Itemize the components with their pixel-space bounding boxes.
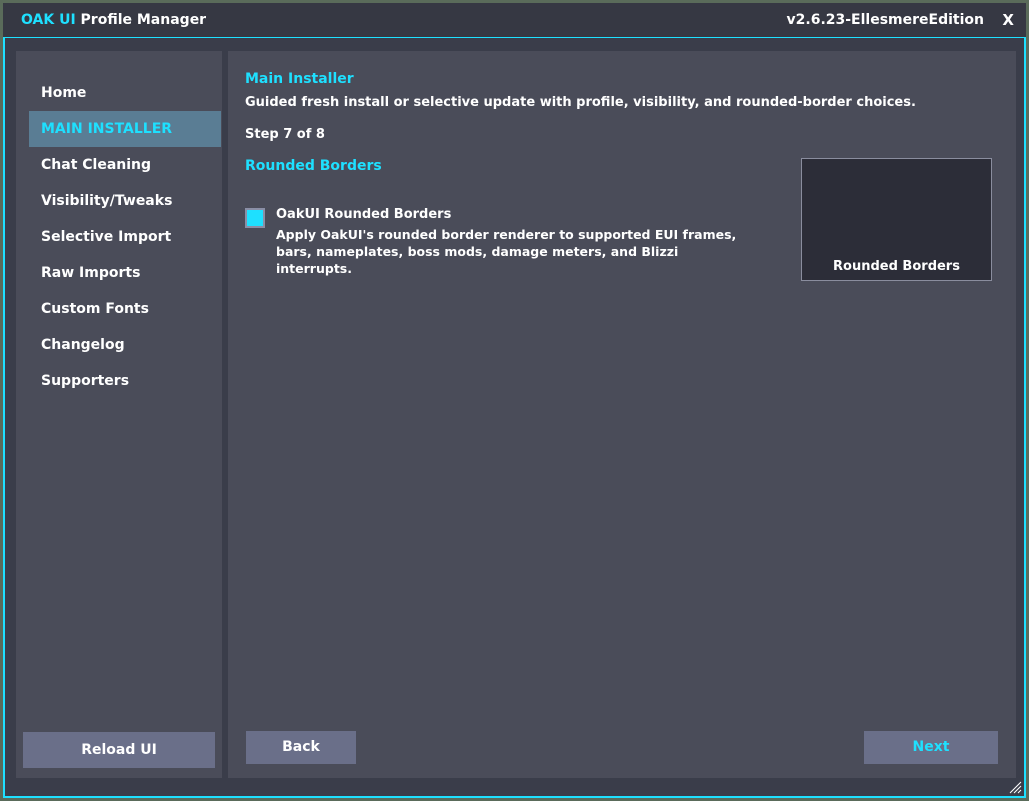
app-title: OAK UI Profile Manager <box>21 12 206 28</box>
sidebar-item-visibility-tweaks[interactable]: Visibility/Tweaks <box>29 183 221 219</box>
app-title-text: Profile Manager <box>75 12 207 28</box>
sidebar: Home MAIN INSTALLER Chat Cleaning Visibi… <box>16 51 222 778</box>
sidebar-item-home[interactable]: Home <box>29 75 221 111</box>
sidebar-item-chat-cleaning[interactable]: Chat Cleaning <box>29 147 221 183</box>
profile-manager-window: OAK UI Profile Manager v2.6.23-Ellesmere… <box>3 3 1026 798</box>
version-label: v2.6.23-EllesmereEdition <box>786 12 984 28</box>
section-title: Main Installer <box>245 71 354 87</box>
sidebar-item-changelog[interactable]: Changelog <box>29 327 221 363</box>
preview-label: Rounded Borders <box>833 259 960 274</box>
sidebar-item-custom-fonts[interactable]: Custom Fonts <box>29 291 221 327</box>
reload-ui-button[interactable]: Reload UI <box>23 732 215 768</box>
rounded-borders-description: Apply OakUI's rounded border renderer to… <box>276 227 737 276</box>
app-title-brand: OAK UI <box>21 12 76 28</box>
resize-grip-icon[interactable] <box>1008 780 1022 794</box>
next-button[interactable]: Next <box>864 731 998 764</box>
window-body: Home MAIN INSTALLER Chat Cleaning Visibi… <box>3 37 1026 798</box>
close-button[interactable]: X <box>1002 11 1014 29</box>
rounded-borders-label[interactable]: OakUI Rounded Borders <box>276 207 451 222</box>
section-description: Guided fresh install or selective update… <box>245 95 916 110</box>
sidebar-item-supporters[interactable]: Supporters <box>29 363 221 399</box>
sidebar-item-selective-import[interactable]: Selective Import <box>29 219 221 255</box>
main-panel: Main Installer Guided fresh install or s… <box>228 51 1016 778</box>
step-indicator: Step 7 of 8 <box>245 127 325 142</box>
subsection-title: Rounded Borders <box>245 158 382 174</box>
title-bar[interactable]: OAK UI Profile Manager v2.6.23-Ellesmere… <box>3 3 1026 37</box>
sidebar-item-raw-imports[interactable]: Raw Imports <box>29 255 221 291</box>
rounded-borders-checkbox[interactable] <box>245 208 265 228</box>
back-button[interactable]: Back <box>246 731 356 764</box>
sidebar-item-main-installer[interactable]: MAIN INSTALLER <box>29 111 221 147</box>
rounded-borders-preview: Rounded Borders <box>801 158 992 281</box>
